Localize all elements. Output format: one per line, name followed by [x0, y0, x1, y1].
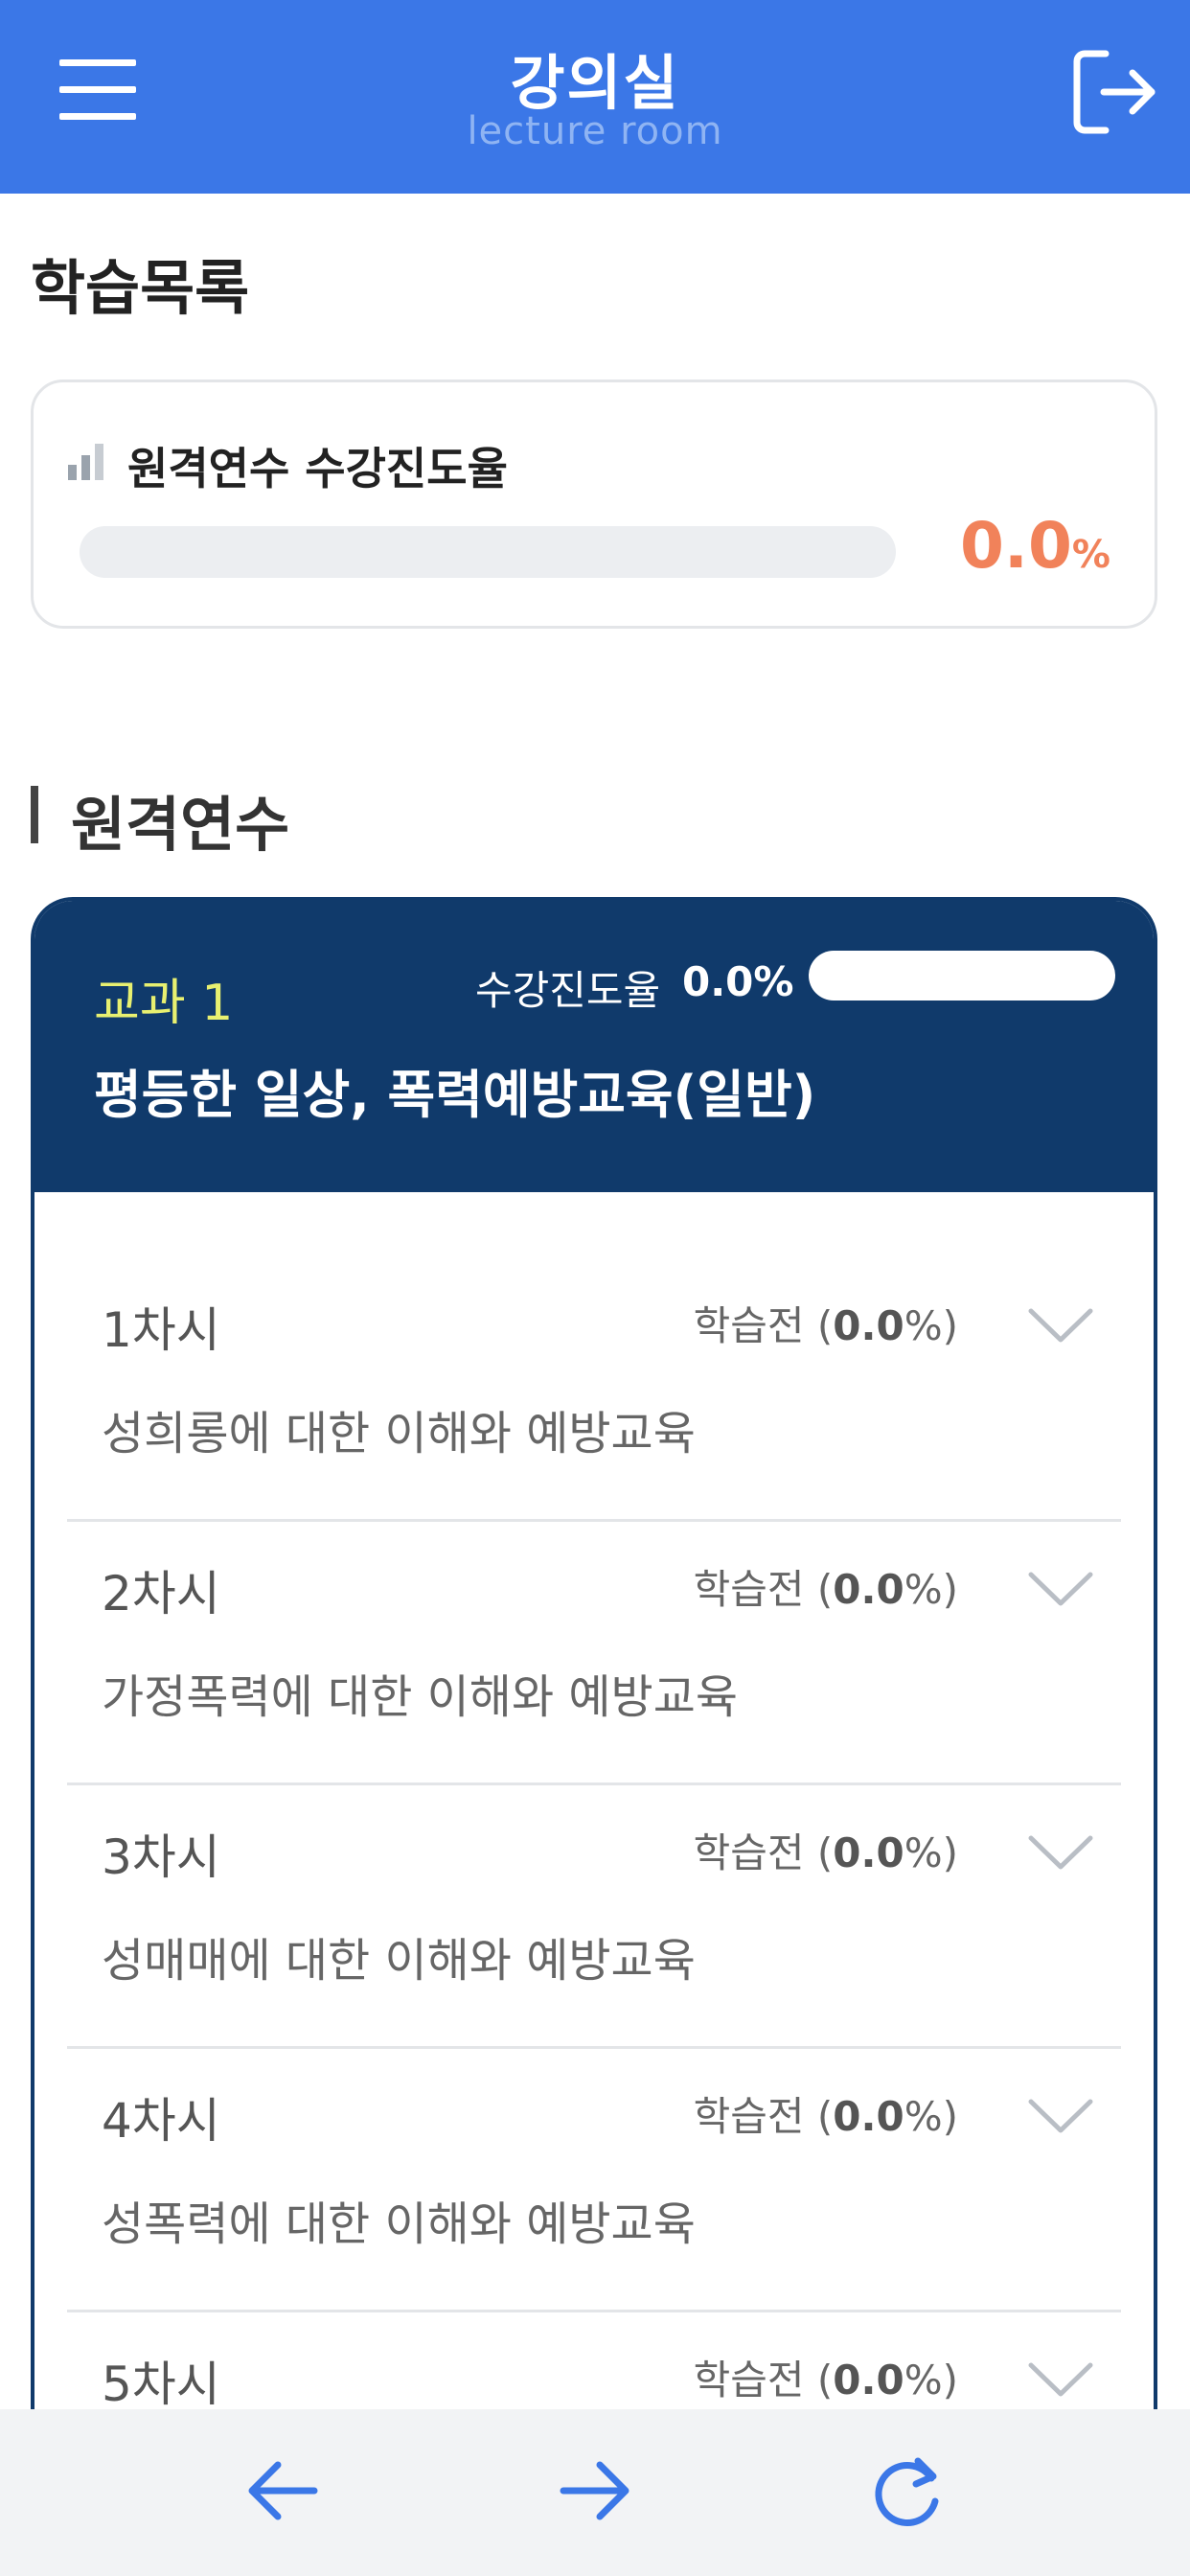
- lesson-number: 1차시: [102, 1302, 220, 1358]
- overall-progress-value: 0.0%: [960, 509, 1110, 583]
- lesson-status-prefix: 학습전 (: [693, 2357, 834, 2404]
- lesson-title: 성희롱에 대한 이해와 예방교육: [102, 1407, 696, 1460]
- section-accent-bar: [31, 786, 38, 843]
- overall-progress-number: 0.0: [960, 509, 1072, 583]
- signal-bars-icon: [68, 444, 103, 480]
- course-name: 평등한 일상, 폭력예방교육(일반): [94, 1065, 816, 1125]
- page-title: 강의실: [510, 48, 680, 118]
- learning-list-title: 학습목록: [31, 253, 250, 323]
- reload-button[interactable]: [864, 2448, 950, 2534]
- course-card: 교과 1 수강진도율 0.0% 평등한 일상, 폭력예방교육(일반) 1차시 학…: [31, 897, 1157, 2576]
- page-subtitle: lecture room: [467, 109, 723, 153]
- lesson-item[interactable]: 4차시 학습전 (0.0%) 성폭력에 대한 이해와 예방교육: [67, 2049, 1121, 2312]
- arrow-left-icon: [248, 2461, 318, 2520]
- overall-progress-unit: %: [1071, 533, 1110, 577]
- arrow-right-icon: [560, 2461, 629, 2520]
- lesson-number: 3차시: [102, 1829, 220, 1885]
- chevron-down-icon[interactable]: [1027, 1555, 1094, 1622]
- lesson-title: 성폭력에 대한 이해와 예방교육: [102, 2197, 696, 2251]
- lesson-status-value: 0.0: [833, 1829, 904, 1876]
- chevron-down-icon[interactable]: [1027, 1292, 1094, 1359]
- bottom-navigation-bar: [0, 2409, 1190, 2576]
- lesson-status-value: 0.0: [833, 2093, 904, 2140]
- course-number: 교과 1: [94, 975, 234, 1032]
- lesson-status: 학습전 (0.0%): [694, 2348, 958, 2406]
- lesson-title: 가정폭력에 대한 이해와 예방교육: [102, 1670, 739, 1724]
- lesson-item[interactable]: 1차시 학습전 (0.0%) 성희롱에 대한 이해와 예방교육: [67, 1192, 1121, 1522]
- lesson-status-suffix: %): [904, 1829, 958, 1876]
- chevron-down-icon[interactable]: [1027, 1819, 1094, 1886]
- lesson-status-prefix: 학습전 (: [693, 2093, 834, 2140]
- app-header: 강의실 lecture room: [0, 0, 1190, 194]
- lesson-status-prefix: 학습전 (: [693, 1302, 834, 1349]
- lesson-item[interactable]: 3차시 학습전 (0.0%) 성매매에 대한 이해와 예방교육: [67, 1785, 1121, 2049]
- lesson-status-prefix: 학습전 (: [693, 1566, 834, 1613]
- lesson-status-value: 0.0: [833, 1566, 904, 1613]
- course-progress-bar: [809, 951, 1115, 1000]
- lesson-status-prefix: 학습전 (: [693, 1829, 834, 1876]
- reload-icon: [875, 2457, 939, 2526]
- overall-progress-bar: [80, 526, 896, 578]
- lesson-status-value: 0.0: [833, 2357, 904, 2404]
- back-button[interactable]: [240, 2448, 326, 2534]
- section-title: 원격연수: [71, 790, 290, 860]
- lesson-status-suffix: %): [904, 1566, 958, 1613]
- lesson-status: 학습전 (0.0%): [694, 1294, 958, 1352]
- overall-progress-label: 원격연수 수강진도율: [127, 443, 508, 494]
- logout-icon: [1073, 50, 1156, 134]
- lesson-item[interactable]: 2차시 학습전 (0.0%) 가정폭력에 대한 이해와 예방교육: [67, 1522, 1121, 1785]
- lesson-status: 학습전 (0.0%): [694, 1557, 958, 1616]
- lesson-list: 1차시 학습전 (0.0%) 성희롱에 대한 이해와 예방교육 2차시 학습전 …: [67, 1192, 1121, 2576]
- course-rate-label: 수강진도율: [475, 967, 661, 1014]
- lesson-status: 학습전 (0.0%): [694, 2084, 958, 2143]
- lesson-title: 성매매에 대한 이해와 예방교육: [102, 1934, 696, 1988]
- course-rate-value: 0.0%: [682, 958, 794, 1005]
- course-header: 교과 1 수강진도율 0.0% 평등한 일상, 폭력예방교육(일반): [34, 901, 1154, 1192]
- lesson-status-suffix: %): [904, 1302, 958, 1349]
- lesson-number: 4차시: [102, 2093, 220, 2149]
- lesson-status: 학습전 (0.0%): [694, 1821, 958, 1879]
- lesson-status-suffix: %): [904, 2093, 958, 2140]
- chevron-down-icon[interactable]: [1027, 2082, 1094, 2150]
- lesson-number: 5차시: [102, 2357, 220, 2412]
- lesson-number: 2차시: [102, 1566, 220, 1622]
- lesson-status-suffix: %): [904, 2357, 958, 2404]
- logout-button[interactable]: [1071, 46, 1159, 138]
- overall-progress-card: 원격연수 수강진도율 0.0%: [31, 380, 1157, 629]
- forward-button[interactable]: [552, 2448, 638, 2534]
- chevron-down-icon[interactable]: [1027, 2346, 1094, 2413]
- lesson-status-value: 0.0: [833, 1302, 904, 1349]
